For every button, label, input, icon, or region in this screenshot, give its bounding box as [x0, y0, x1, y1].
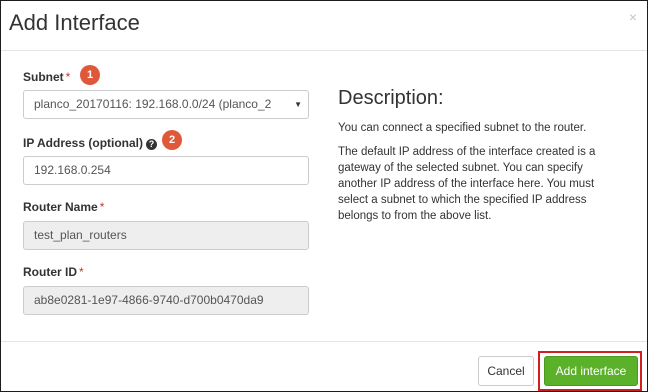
router-id-field: ab8e0281-1e97-4866-9740-d700b0470da9 [23, 286, 309, 315]
modal-title: Add Interface [9, 10, 140, 35]
close-icon[interactable]: × [629, 10, 637, 24]
description-title: Description: [338, 87, 444, 109]
required-mark: * [79, 265, 84, 279]
ip-address-input[interactable]: 192.168.0.254 [23, 156, 309, 185]
router-name-value: test_plan_routers [34, 228, 127, 242]
description-paragraph-2: The default IP address of the interface … [338, 146, 596, 222]
router-name-label-text: Router Name [23, 200, 98, 214]
router-name-label: Router Name * [23, 200, 104, 214]
description-paragraph-1: You can connect a specified subnet to th… [338, 122, 587, 134]
subnet-select[interactable]: planco_20170116: 192.168.0.0/24 (planco_… [23, 90, 309, 119]
ip-address-value: 192.168.0.254 [34, 163, 111, 177]
router-id-value: ab8e0281-1e97-4866-9740-d700b0470da9 [34, 293, 264, 307]
help-icon[interactable]: ? [146, 139, 158, 150]
footer-divider [1, 341, 647, 342]
subnet-label: Subnet * [23, 70, 70, 84]
ip-address-label: IP Address (optional)? [23, 136, 158, 150]
modal-header: Add Interface × [1, 1, 647, 51]
add-interface-modal: Add Interface × Subnet * 1 planco_2017011… [0, 0, 648, 392]
required-mark: * [99, 200, 105, 214]
step-badge-2: 2 [162, 130, 182, 150]
subnet-label-text: Subnet [23, 70, 64, 84]
cancel-button[interactable]: Cancel [478, 356, 534, 386]
ip-address-label-text: IP Address (optional) [23, 136, 144, 150]
chevron-down-icon: ▼ [294, 100, 302, 109]
router-id-label-text: Router ID [23, 265, 77, 279]
required-mark: * [65, 70, 71, 84]
step-badge-1: 1 [80, 65, 100, 85]
subnet-select-value: planco_20170116: 192.168.0.0/24 (planco_… [34, 97, 272, 111]
router-name-field: test_plan_routers [23, 221, 309, 250]
add-interface-button[interactable]: Add interface [544, 356, 638, 386]
router-id-label: Router ID * [23, 265, 84, 279]
